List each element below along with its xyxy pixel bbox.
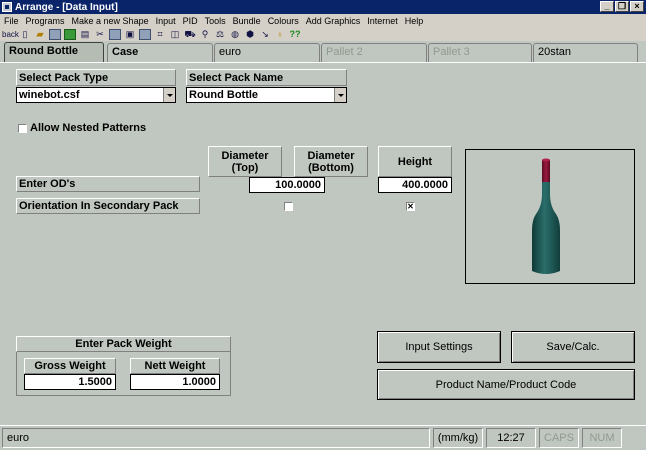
menu-make-new-shape[interactable]: Make a new Shape: [72, 16, 149, 26]
menu-colours[interactable]: Colours: [268, 16, 299, 26]
od-diameter-input[interactable]: 100.0000: [249, 177, 325, 193]
globe-icon[interactable]: ◍: [229, 29, 241, 40]
cube-icon[interactable]: ⬢: [244, 29, 256, 40]
pack-type-value: winebot.csf: [19, 89, 80, 101]
status-num: NUM: [582, 428, 622, 448]
toolbar: back ▯ ▰ ▤ ✂ ▣ ⌗ ◫ ⛟ ⚲ ⚖ ◍ ⬢ ↘ ♁ ??: [0, 27, 646, 41]
title-bar: Arrange - [Data Input] _ ❐ ×: [0, 0, 646, 14]
weight-icon[interactable]: ⚖: [214, 29, 226, 40]
menu-bundle[interactable]: Bundle: [233, 16, 261, 26]
pack-name-label: Select Pack Name: [186, 69, 347, 86]
tab-pallet-3: Pallet 3: [428, 43, 532, 62]
box-icon[interactable]: ▣: [124, 29, 136, 40]
chevron-down-icon[interactable]: [163, 88, 175, 102]
tab-round-bottle[interactable]: Round Bottle: [4, 42, 104, 62]
diameter-top-header: Diameter (Top): [208, 146, 282, 177]
bottle-small-icon[interactable]: ⚲: [199, 29, 211, 40]
save-icon[interactable]: [49, 28, 61, 40]
gross-weight-label: Gross Weight: [24, 358, 116, 374]
menu-input[interactable]: Input: [156, 16, 176, 26]
bulb-icon[interactable]: ♁: [274, 29, 286, 40]
status-pallet: euro: [2, 428, 430, 448]
tab-strip: Round Bottle Case euro Pallet 2 Pallet 3…: [0, 42, 646, 62]
new-file-icon[interactable]: ▯: [19, 29, 31, 40]
height-header: Height: [378, 146, 452, 177]
tab-pallet-2: Pallet 2: [321, 43, 427, 62]
wand-icon[interactable]: ↘: [259, 29, 271, 40]
menu-help[interactable]: Help: [405, 16, 424, 26]
allow-nested-checkbox[interactable]: [18, 124, 27, 133]
orientation-diameter-checkbox[interactable]: [284, 202, 293, 211]
status-bar: euro (mm/kg) 12:27 CAPS NUM: [0, 425, 646, 450]
window-controls: _ ❐ ×: [600, 1, 644, 12]
menu-file[interactable]: File: [4, 16, 19, 26]
chevron-down-icon[interactable]: [334, 88, 346, 102]
diameter-bottom-header: Diameter (Bottom): [294, 146, 368, 177]
tools-icon[interactable]: ✂: [94, 29, 106, 40]
product-name-code-button[interactable]: Product Name/Product Code: [377, 369, 635, 400]
nett-weight-input[interactable]: 1.0000: [130, 374, 220, 390]
window-title: Arrange - [Data Input]: [15, 1, 118, 13]
enter-od-label: Enter OD's: [16, 176, 200, 192]
database-icon[interactable]: [64, 28, 76, 40]
pack-weight-title: Enter Pack Weight: [16, 336, 231, 352]
help-icon[interactable]: ??: [289, 29, 301, 40]
orientation-label: Orientation In Secondary Pack: [16, 198, 200, 214]
tab-case[interactable]: Case: [107, 43, 213, 62]
close-icon[interactable]: ×: [630, 1, 644, 12]
pallet-icon[interactable]: ⌗: [154, 29, 166, 40]
layer-icon[interactable]: [139, 28, 151, 40]
menu-internet[interactable]: Internet: [367, 16, 398, 26]
restore-icon[interactable]: ❐: [615, 1, 629, 12]
print-icon[interactable]: ▤: [79, 29, 91, 40]
status-units: (mm/kg): [433, 428, 483, 448]
menu-programs[interactable]: Programs: [26, 16, 65, 26]
nett-weight-label: Nett Weight: [130, 358, 220, 374]
menu-pid[interactable]: PID: [183, 16, 198, 26]
od-height-input[interactable]: 400.0000: [378, 177, 452, 193]
tab-20stan[interactable]: 20stan: [533, 43, 638, 62]
menu-add-graphics[interactable]: Add Graphics: [306, 16, 361, 26]
orientation-height-checkbox[interactable]: ✕: [406, 202, 415, 211]
menu-bar: File Programs Make a new Shape Input PID…: [0, 14, 646, 27]
allow-nested-label: Allow Nested Patterns: [30, 122, 147, 134]
input-settings-button[interactable]: Input Settings: [377, 331, 501, 363]
pack-name-select[interactable]: Round Bottle: [186, 87, 347, 103]
status-caps: CAPS: [539, 428, 579, 448]
back-icon[interactable]: back: [2, 29, 19, 40]
minimize-icon[interactable]: _: [600, 1, 614, 12]
menu-tools[interactable]: Tools: [205, 16, 226, 26]
status-time: 12:27: [486, 428, 536, 448]
save-calc-button[interactable]: Save/Calc.: [511, 331, 635, 363]
document-icon[interactable]: [109, 28, 121, 40]
bundle-icon[interactable]: ◫: [169, 29, 181, 40]
pack-type-select[interactable]: winebot.csf: [16, 87, 176, 103]
gross-weight-input[interactable]: 1.5000: [24, 374, 116, 390]
pack-name-value: Round Bottle: [189, 89, 259, 101]
truck-icon[interactable]: ⛟: [184, 29, 196, 40]
bottle-preview: [465, 149, 635, 284]
tab-euro[interactable]: euro: [214, 43, 320, 62]
pack-type-label: Select Pack Type: [16, 69, 176, 86]
app-icon: [2, 2, 12, 12]
bottle-icon: [532, 158, 560, 274]
open-folder-icon[interactable]: ▰: [34, 29, 46, 40]
